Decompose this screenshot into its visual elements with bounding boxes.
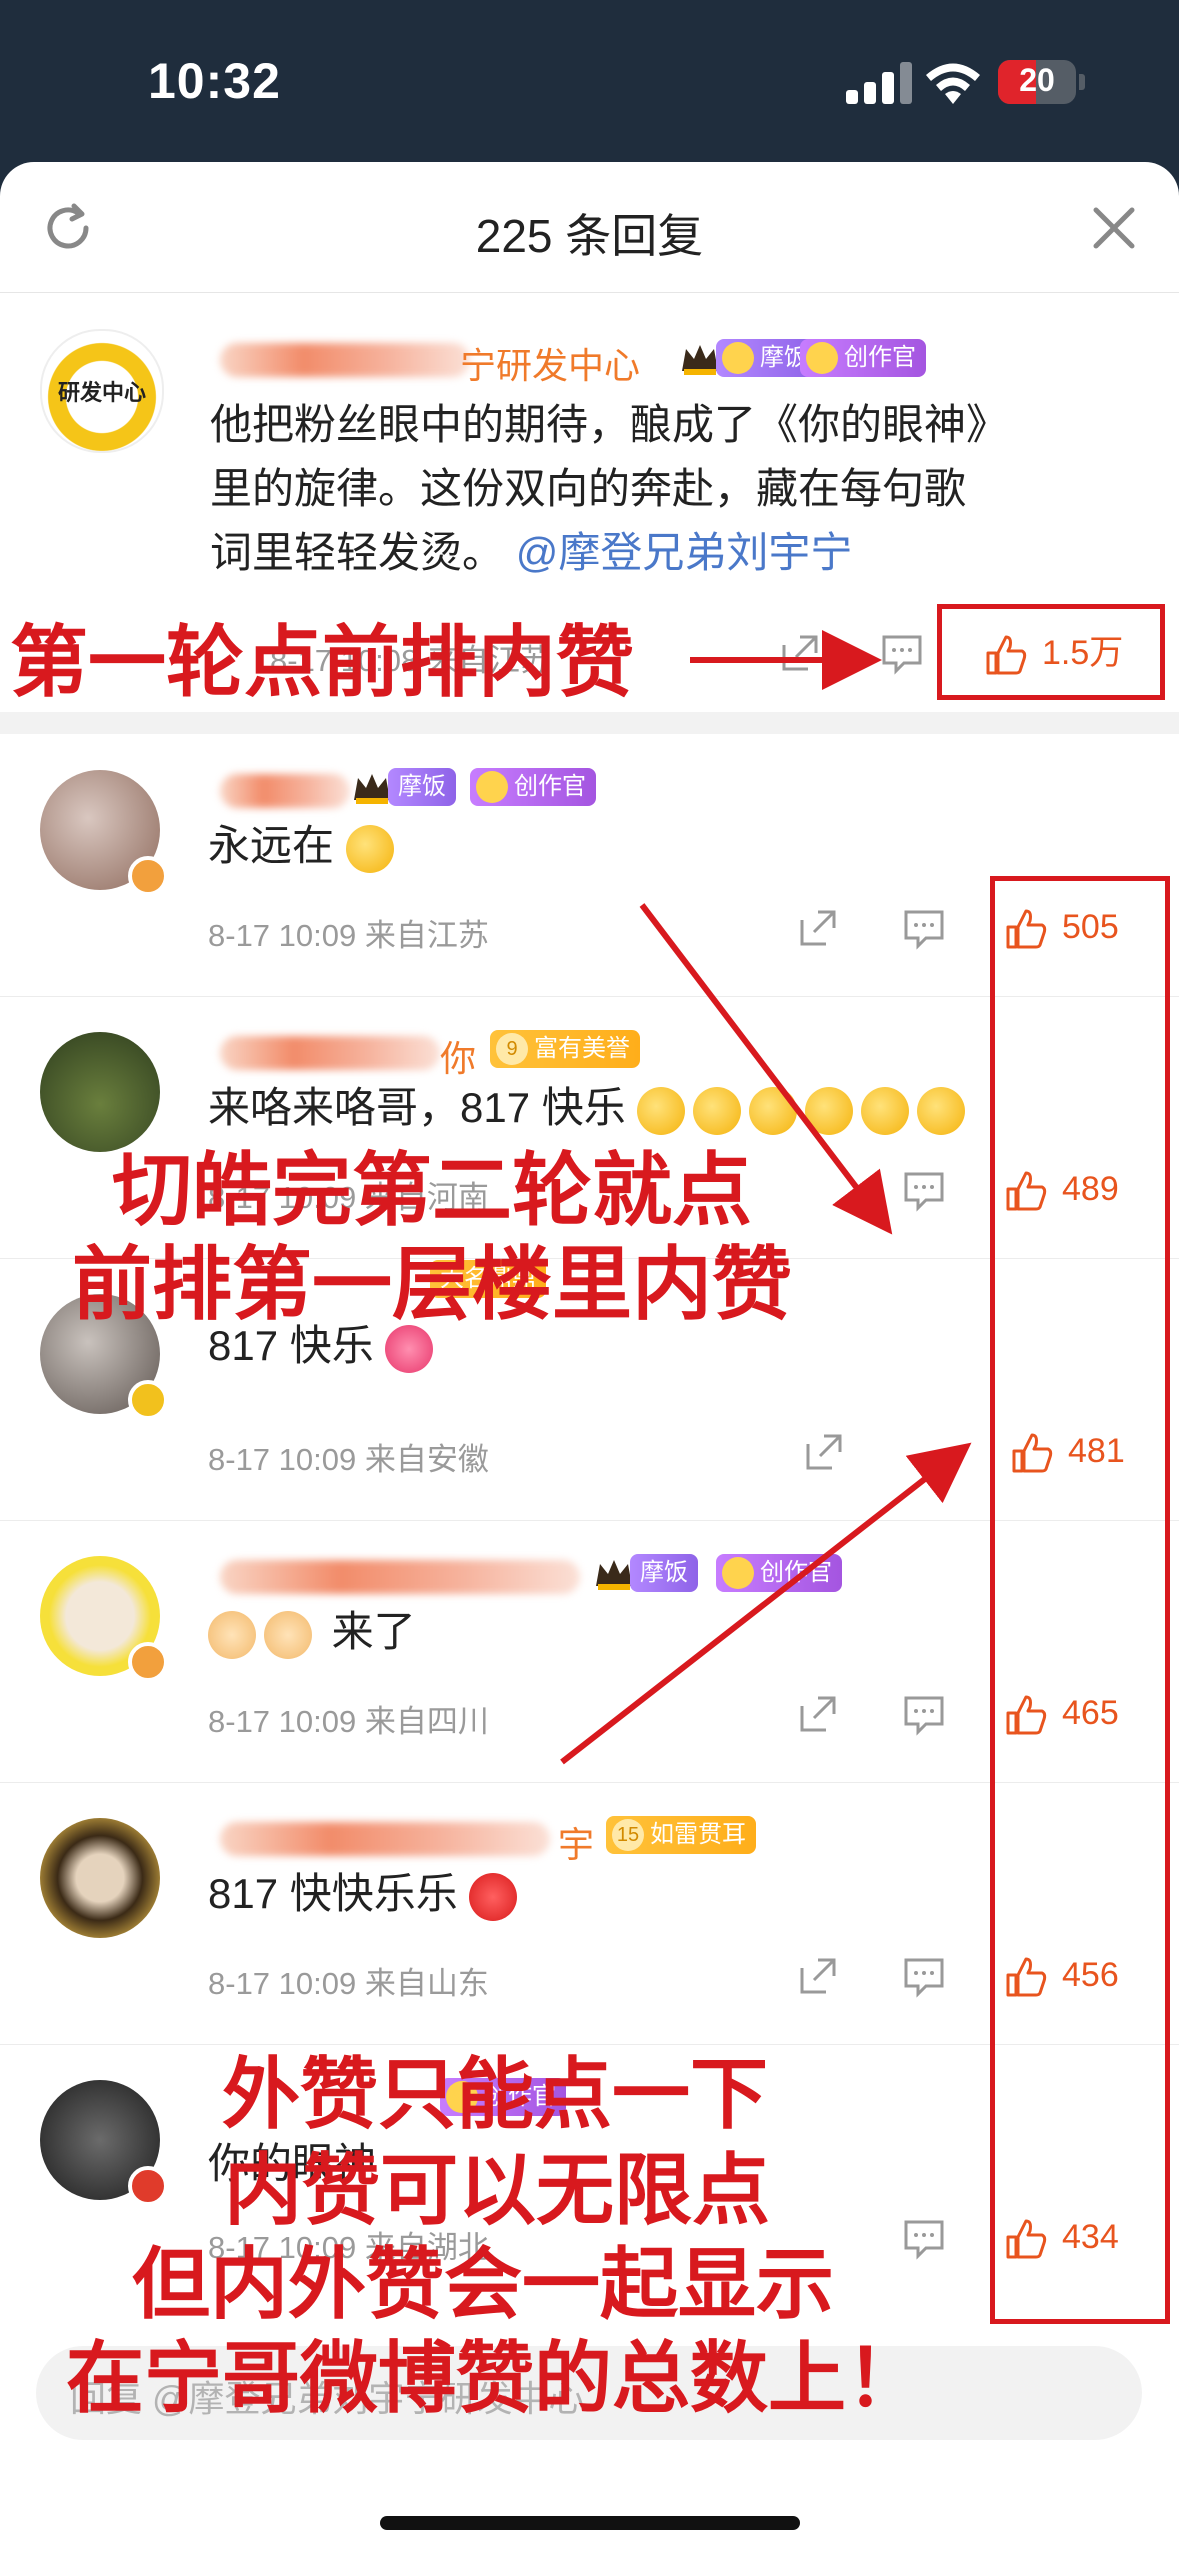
annotation-text: 前排第一层楼里内赞 [72, 1240, 792, 1329]
reply-meta: 8-17 10:09 来自安徽 [208, 1442, 489, 1477]
reply-icon[interactable] [902, 906, 946, 950]
user-name-blurred [220, 343, 470, 377]
share-icon[interactable] [778, 631, 822, 675]
battery-level: 20 [1019, 62, 1055, 98]
status-time: 10:32 [148, 53, 281, 109]
reply-icon[interactable] [902, 2216, 946, 2260]
sheet-title: 225 条回复 [475, 210, 704, 262]
reply-meta: 8-17 10:09 来自四川 [208, 1704, 489, 1739]
fan-badge: 摩饭 [388, 768, 456, 806]
share-icon[interactable] [796, 1954, 840, 1998]
signal-icon [846, 62, 916, 104]
crown-icon [682, 345, 718, 375]
avatar[interactable]: 研发中心 [40, 329, 164, 453]
avatar-text: 研发中心 [57, 380, 146, 405]
share-icon[interactable] [796, 906, 840, 950]
reply-icon[interactable] [902, 1168, 946, 1212]
section-divider [0, 712, 1179, 734]
close-icon[interactable] [1088, 202, 1140, 254]
verified-badge [128, 856, 168, 896]
level-badge: 15 如雷贯耳 [606, 1816, 756, 1854]
reply-text: 来了 [208, 1600, 416, 1664]
heart-emoji-icon [469, 1872, 518, 1921]
verified-badge [128, 2166, 168, 2206]
annotation-box-top-like [937, 604, 1165, 700]
user-name-blurred [220, 774, 350, 808]
verified-badge [128, 1380, 168, 1420]
user-name[interactable]: 宇 [558, 1816, 594, 1868]
annotation-text: 在宁哥微博赞的总数上！ [66, 2334, 925, 2422]
sheet-header: 225 条回复 [0, 162, 1179, 293]
crown-icon [354, 774, 390, 804]
reply-icon[interactable] [902, 1692, 946, 1736]
avatar[interactable] [40, 1818, 160, 1938]
annotation-box-like-column [990, 876, 1170, 2324]
annotation-text: 第一轮点前排内赞 [10, 618, 635, 706]
user-name-blurred [220, 1560, 580, 1594]
level-badge: 9 富有美誉 [490, 1030, 640, 1068]
user-name[interactable]: 你 [440, 1030, 476, 1082]
fan-badge: 摩饭 [630, 1554, 698, 1592]
comment-text: 他把粉丝眼中的期待，酿成了《你的眼神》 里的旋律。这份双向的奔赴，藏在每句歌 词… [210, 401, 1009, 576]
reply-text: 永远在 [208, 814, 402, 878]
creator-badge: 创作官 [470, 768, 596, 806]
reply-meta: 8-17 10:09 来自江苏 [208, 918, 489, 953]
creator-badge: 创作官 [800, 339, 926, 377]
reply-text: 817 快快乐乐 [208, 1862, 525, 1926]
reply-icon[interactable] [902, 1954, 946, 1998]
reply-icon[interactable] [880, 631, 924, 675]
reply-meta: 8-17 10:09 来自山东 [208, 1966, 489, 2001]
share-icon[interactable] [802, 1430, 846, 1474]
user-name[interactable]: 宁研发中心 [460, 337, 640, 389]
home-indicator[interactable] [380, 2516, 800, 2530]
verified-badge [128, 1642, 168, 1682]
user-name-blurred [220, 1822, 550, 1856]
status-bar: 10:32 20 [0, 0, 1179, 160]
crown-icon [596, 1560, 632, 1590]
battery-icon: 20 [998, 60, 1076, 104]
share-icon[interactable] [796, 1692, 840, 1736]
user-name-blurred [220, 1036, 440, 1070]
wifi-icon [926, 63, 980, 104]
kiss-emoji-icon [345, 824, 394, 873]
creator-badge: 创作官 [716, 1554, 842, 1592]
mention-link[interactable]: @摩登兄弟刘宇宁 [516, 529, 853, 576]
